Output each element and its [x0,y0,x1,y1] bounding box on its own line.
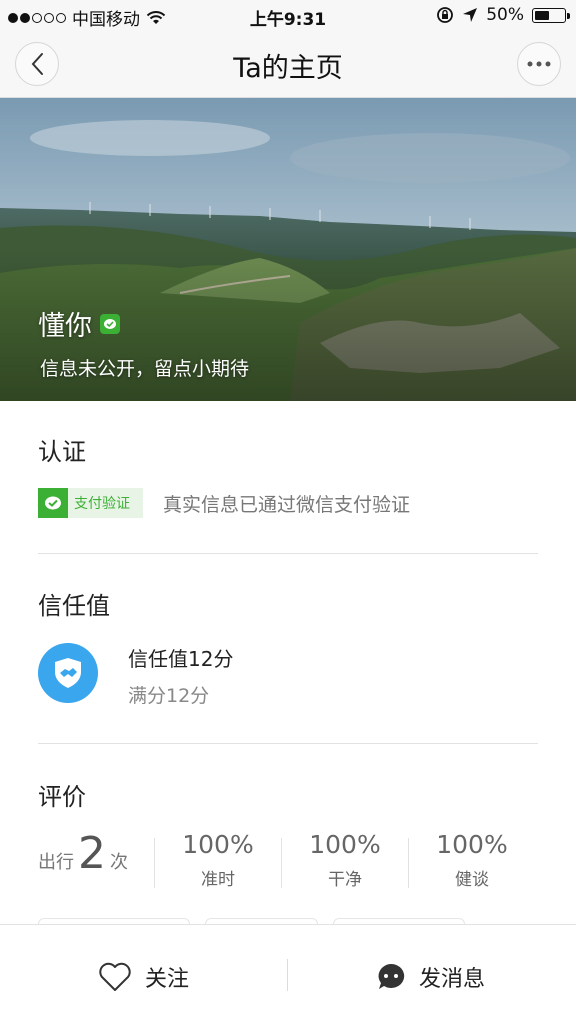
divider [154,838,155,888]
more-dots-icon [527,61,551,67]
stat-value: 100% [182,830,254,859]
bottom-action-bar: 关注 发消息 [0,924,576,1024]
chat-bubble-icon [378,963,405,989]
handshake-shield-icon [38,643,98,703]
rating-title: 评价 [38,783,86,811]
stat-value: 100% [436,830,508,859]
battery-percent: 50% [486,5,524,25]
profile-cover: 懂你 信息未公开，留点小期待 [0,98,576,401]
stat-talkative: 100% 健谈 [412,830,532,890]
page-title: Ta的主页 [233,53,343,84]
location-arrow-icon [463,8,478,22]
battery-level [535,10,549,20]
stat-label: 干净 [328,870,362,890]
heart-icon [99,962,131,991]
status-bar-right: 50% [436,5,570,25]
divider [38,553,538,554]
payment-verified-badge: 支付验证 [38,488,143,518]
trust-title: 信任值 [38,592,110,620]
send-message-button[interactable]: 发消息 [375,959,485,995]
verification-title: 认证 [38,438,86,466]
wechat-pay-icon [38,488,68,518]
trip-count: 出行 2 次 [38,832,128,884]
verification-description: 真实信息已通过微信支付验证 [163,494,411,516]
wechat-verified-icon [100,313,120,334]
trip-prefix: 出行 [38,852,74,873]
stat-label: 健谈 [455,870,489,890]
stat-value: 100% [309,830,381,859]
trip-number: 2 [78,828,106,879]
more-button[interactable] [517,42,561,86]
rotation-lock-icon [437,7,454,23]
trust-score: 信任值12分 [128,647,234,671]
profile-name: 懂你 [38,311,92,342]
profile-name-row: 懂你 [38,304,120,343]
follow-button[interactable]: 关注 [97,959,189,995]
payment-verified-label: 支付验证 [74,496,130,512]
stat-label: 准时 [201,870,235,890]
divider [38,743,538,744]
divider [287,959,288,991]
stat-clean: 100% 干净 [285,830,405,890]
nav-bar: Ta的主页 [0,32,576,98]
send-message-label: 发消息 [419,967,486,992]
trust-max: 满分12分 [128,685,210,707]
follow-label: 关注 [145,967,190,992]
profile-subtitle: 信息未公开，留点小期待 [40,358,250,380]
battery-icon [532,7,570,23]
divider [281,838,282,888]
stat-punctual: 100% 准时 [158,830,278,890]
divider [408,838,409,888]
trip-suffix: 次 [110,852,128,873]
status-bar: 中国移动 上午9:31 50% [0,0,576,32]
